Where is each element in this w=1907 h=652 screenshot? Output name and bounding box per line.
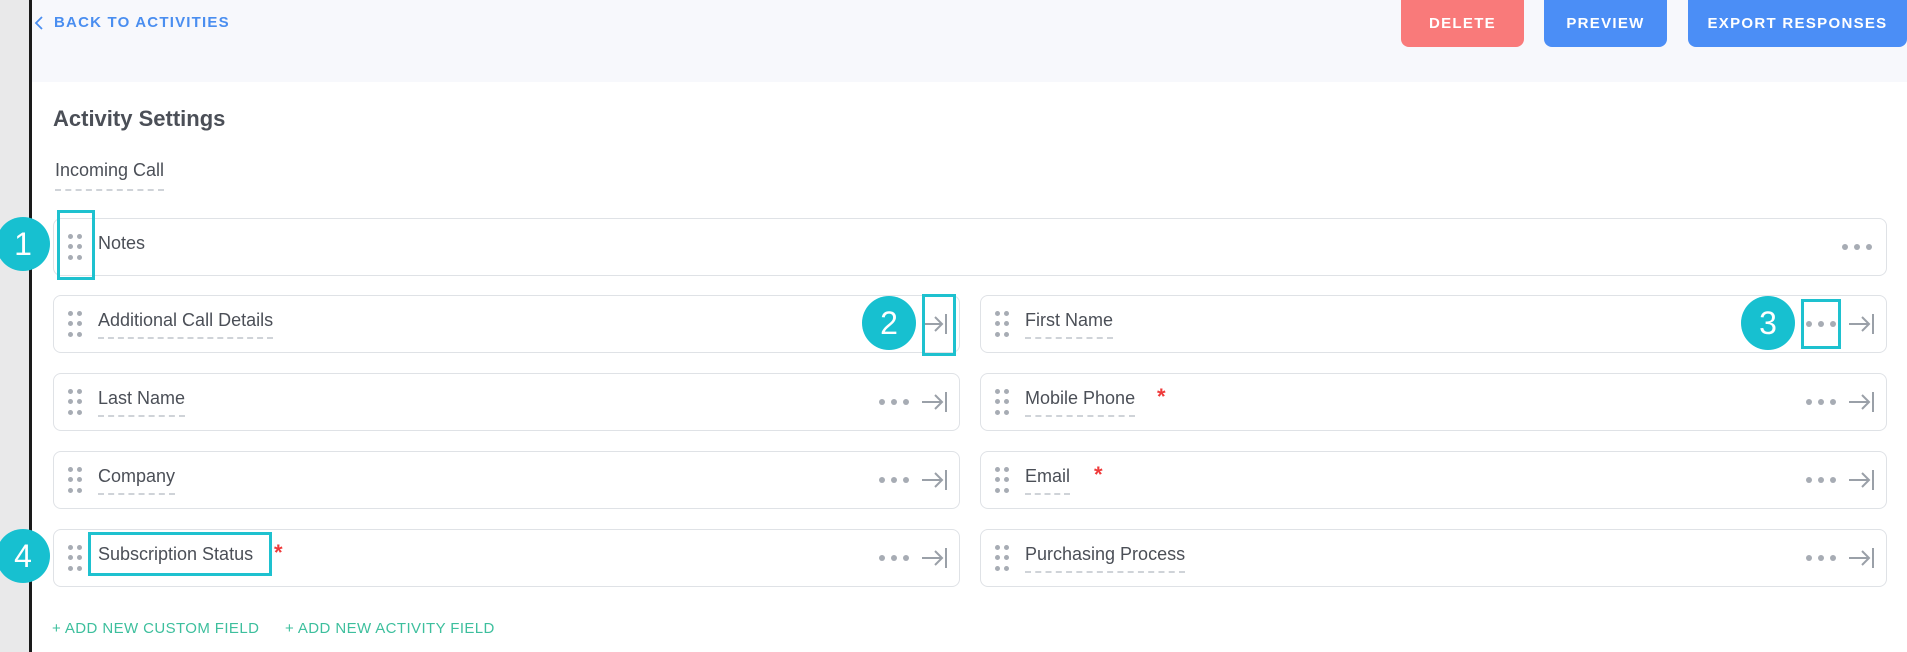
drag-handle-icon[interactable] — [995, 467, 1009, 493]
more-options-icon[interactable] — [1806, 470, 1836, 490]
drag-handle-icon[interactable] — [995, 545, 1009, 571]
move-to-end-icon[interactable] — [1847, 311, 1875, 337]
more-options-icon[interactable] — [879, 392, 909, 412]
more-options-icon[interactable] — [1806, 392, 1836, 412]
activity-name-field[interactable]: Incoming Call — [55, 160, 165, 191]
field-label: Additional Call Details — [98, 310, 274, 339]
field-subscription-status: Subscription Status * — [53, 529, 960, 587]
back-to-activities-link[interactable]: BACK TO ACTIVITIES — [34, 14, 230, 31]
page-title: Activity Settings — [53, 106, 226, 131]
field-mobile-phone: Mobile Phone * — [980, 373, 1887, 431]
field-notes: Notes — [53, 218, 1887, 276]
add-activity-field-link[interactable]: + ADD NEW ACTIVITY FIELD — [285, 620, 495, 637]
field-purchasing-process: Purchasing Process — [980, 529, 1887, 587]
field-label: Subscription Status — [98, 544, 254, 564]
drag-handle-icon[interactable] — [68, 545, 82, 571]
drag-handle-icon[interactable] — [68, 467, 82, 493]
required-indicator: * — [274, 540, 283, 565]
more-options-icon[interactable] — [1806, 314, 1836, 334]
delete-button[interactable]: DELETE — [1401, 0, 1524, 47]
callout-badge: 2 — [862, 296, 916, 350]
drag-handle-icon[interactable] — [68, 389, 82, 415]
move-to-end-icon[interactable] — [920, 467, 948, 493]
callout-badge: 3 — [1741, 296, 1795, 350]
field-label: Mobile Phone — [1025, 388, 1136, 417]
more-options-icon[interactable] — [879, 548, 909, 568]
move-to-end-icon[interactable] — [920, 311, 948, 337]
field-label: Notes — [98, 233, 146, 253]
add-custom-field-link[interactable]: + ADD NEW CUSTOM FIELD — [52, 620, 259, 637]
drag-handle-icon[interactable] — [995, 389, 1009, 415]
move-to-end-icon[interactable] — [1847, 467, 1875, 493]
chevron-left-icon — [34, 15, 43, 30]
preview-button[interactable]: PREVIEW — [1544, 0, 1667, 47]
more-options-icon[interactable] — [879, 470, 909, 490]
field-additional-call-details: Additional Call Details — [53, 295, 960, 353]
callout-badge: 1 — [0, 217, 50, 271]
more-options-icon[interactable] — [1842, 237, 1872, 257]
more-options-icon[interactable] — [1806, 548, 1836, 568]
move-to-end-icon[interactable] — [920, 389, 948, 415]
export-responses-button[interactable]: EXPORT RESPONSES — [1688, 0, 1907, 47]
move-to-end-icon[interactable] — [1847, 545, 1875, 571]
field-company: Company — [53, 451, 960, 509]
field-email: Email * — [980, 451, 1887, 509]
field-label: Last Name — [98, 388, 186, 417]
move-to-end-icon[interactable] — [920, 545, 948, 571]
drag-handle-icon[interactable] — [68, 234, 82, 260]
back-link-label: BACK TO ACTIVITIES — [54, 14, 230, 31]
drag-handle-icon[interactable] — [68, 311, 82, 337]
callout-badge: 4 — [0, 529, 50, 583]
field-last-name: Last Name — [53, 373, 960, 431]
field-label: Purchasing Process — [1025, 544, 1186, 573]
field-label: First Name — [1025, 310, 1114, 339]
required-indicator: * — [1157, 384, 1166, 409]
field-label: Email — [1025, 466, 1071, 495]
move-to-end-icon[interactable] — [1847, 389, 1875, 415]
drag-handle-icon[interactable] — [995, 311, 1009, 337]
field-label: Company — [98, 466, 176, 495]
required-indicator: * — [1094, 462, 1103, 487]
